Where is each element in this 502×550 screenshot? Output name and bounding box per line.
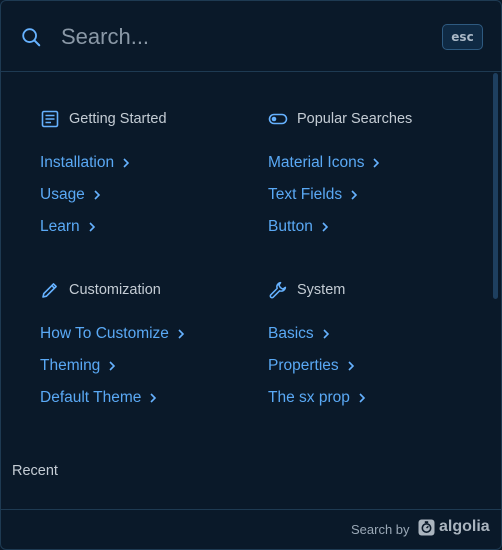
chevron-right-icon (348, 361, 354, 371)
link-installation[interactable]: Installation (40, 152, 130, 174)
link-material-icons[interactable]: Material Icons (268, 152, 380, 174)
scrollbar[interactable] (493, 73, 498, 299)
section-system: System Basics Properties The sx prop (268, 279, 488, 419)
chevron-right-icon (359, 393, 365, 403)
chevron-right-icon (322, 222, 328, 232)
search-modal: esc Getting Started Installation Usage L… (0, 0, 502, 550)
link-how-to-customize[interactable]: How To Customize (40, 323, 185, 345)
link-usage[interactable]: Usage (40, 184, 101, 206)
article-icon (41, 110, 59, 128)
section-title: Popular Searches (297, 111, 413, 127)
pencil-icon (42, 283, 57, 298)
chevron-right-icon (373, 158, 380, 168)
chevron-right-icon (109, 361, 116, 371)
link-basics[interactable]: Basics (268, 323, 330, 345)
chevron-right-icon (89, 222, 95, 232)
search-input[interactable] (61, 21, 421, 53)
wrench-icon (269, 281, 287, 299)
link-text-fields[interactable]: Text Fields (268, 184, 358, 206)
link-label: Basics (268, 325, 314, 342)
algolia-logo-icon[interactable] (418, 519, 435, 536)
link-label: Text Fields (268, 186, 343, 203)
link-label: How To Customize (40, 325, 169, 342)
link-theming[interactable]: Theming (40, 355, 116, 377)
algolia-brand[interactable]: algolia (439, 518, 490, 536)
link-the-sx-prop[interactable]: The sx prop (268, 387, 366, 409)
link-label: Theming (40, 357, 101, 374)
search-bar: esc (1, 1, 501, 72)
section-title: System (297, 282, 346, 298)
link-button[interactable]: Button (268, 216, 329, 238)
chevron-right-icon (323, 329, 329, 339)
chevron-right-icon (150, 393, 157, 403)
chevron-right-icon (351, 190, 358, 200)
section-header: Getting Started (40, 108, 167, 130)
section-header: System (268, 279, 345, 301)
link-label: Usage (40, 186, 85, 203)
link-label: Default Theme (40, 389, 142, 406)
esc-button[interactable]: esc (442, 24, 483, 50)
link-label: Installation (40, 154, 115, 171)
chevron-right-icon (178, 329, 185, 339)
link-properties[interactable]: Properties (268, 355, 355, 377)
link-learn[interactable]: Learn (40, 216, 96, 238)
link-label: Properties (268, 357, 339, 374)
link-label: The sx prop (268, 389, 350, 406)
chevron-right-icon (94, 190, 100, 200)
link-label: Learn (40, 218, 80, 235)
section-customization: Customization How To Customize Theming D… (40, 279, 260, 419)
link-default-theme[interactable]: Default Theme (40, 387, 157, 409)
chevron-right-icon (123, 158, 130, 168)
section-title: Getting Started (69, 111, 167, 127)
link-label: Material Icons (268, 154, 365, 171)
recent-heading: Recent (12, 463, 58, 479)
search-by-label: Search by (351, 522, 410, 537)
section-header: Popular Searches (268, 108, 412, 130)
section-title: Customization (69, 282, 161, 298)
section-popular-searches: Popular Searches Material Icons Text Fie… (268, 108, 488, 248)
footer: Search by algolia (1, 509, 501, 549)
search-icon (22, 28, 41, 47)
section-header: Customization (40, 279, 161, 301)
toggle-icon (268, 113, 288, 125)
link-label: Button (268, 218, 313, 235)
section-getting-started: Getting Started Installation Usage Learn (40, 108, 240, 248)
